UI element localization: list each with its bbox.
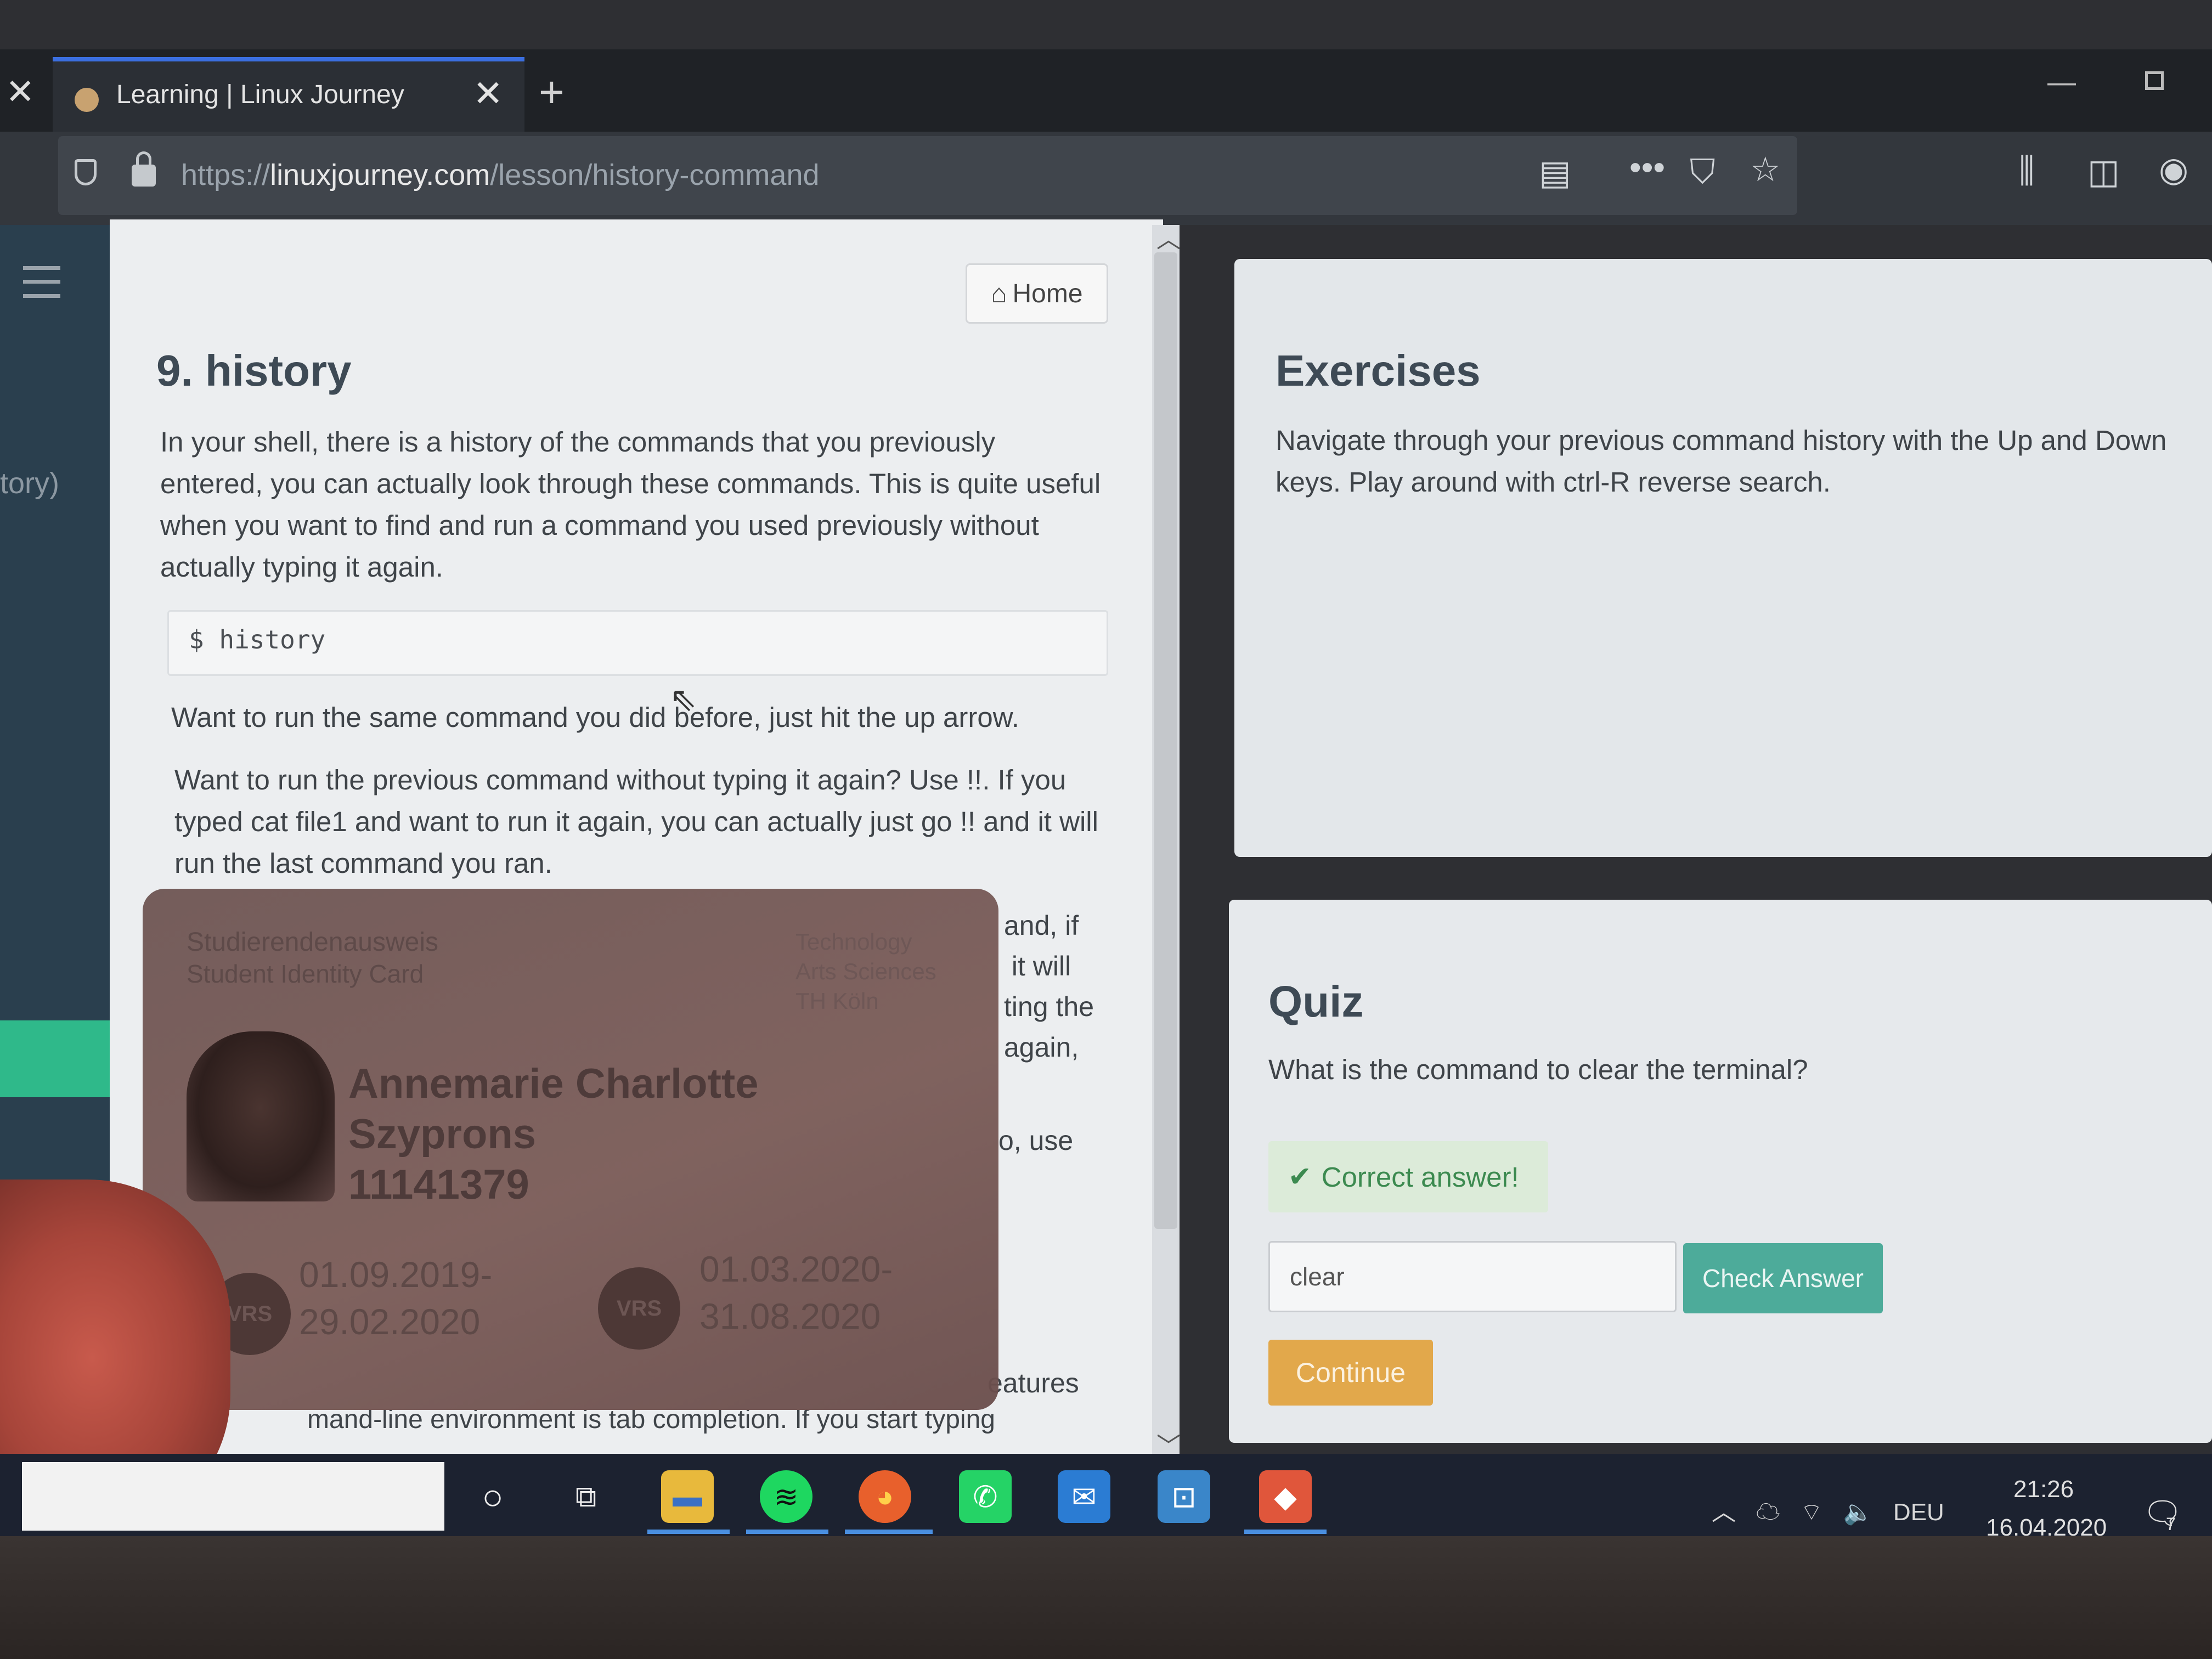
correct-answer-alert: ✔ Correct answer! <box>1268 1141 1548 1212</box>
card-institution: Technology Arts Sciences TH Köln <box>795 929 936 1014</box>
tab-close-icon[interactable]: ✕ <box>473 72 503 115</box>
tab-title: Learning | Linux Journey <box>116 80 404 109</box>
notification-count: 7 <box>2166 1514 2176 1534</box>
running-indicator <box>746 1530 828 1534</box>
app-icon[interactable]: ⊡ <box>1158 1470 1210 1523</box>
card-holder: Annemarie Charlotte Szyprons 11141379 <box>348 1059 759 1210</box>
lesson-paragraph-fragment: eatures <box>988 1368 1079 1398</box>
card-validity-period: 01.03.2020- 31.08.2020 <box>699 1249 893 1336</box>
action-center-icon[interactable]: 🗨 <box>2142 1495 2183 1532</box>
tracking-shield-icon[interactable] <box>75 159 97 185</box>
card-name-line2: Szyprons <box>348 1111 537 1158</box>
restore-icon[interactable] <box>2145 71 2164 90</box>
task-view-icon[interactable]: ⧉ <box>560 1470 612 1523</box>
url-text[interactable]: https://linuxjourney.com/lesson/history-… <box>181 158 820 192</box>
volume-icon[interactable]: 🔈 <box>1843 1499 1873 1526</box>
show-hidden-icons-icon[interactable]: ︿ <box>1712 1499 1736 1526</box>
sidebar-toggle-icon[interactable]: ◫ <box>2087 151 2120 191</box>
code-block: $ history <box>167 610 1108 676</box>
card-name-line1: Annemarie Charlotte <box>348 1060 759 1107</box>
url-domain: linuxjourney.com <box>270 159 490 191</box>
running-indicator <box>1244 1530 1327 1534</box>
card-subheading: Student Identity Card <box>187 960 424 988</box>
language-indicator[interactable]: DEU <box>1893 1499 1944 1526</box>
favicon-icon <box>75 88 99 112</box>
checkmark-icon: ✔ <box>1288 1161 1312 1192</box>
sidebar-active-item[interactable] <box>0 1020 112 1097</box>
whatsapp-icon[interactable]: ✆ <box>959 1470 1012 1523</box>
onedrive-icon[interactable]: ☁ <box>1756 1499 1780 1526</box>
new-tab-icon[interactable]: + <box>539 67 565 117</box>
lesson-paragraph: Want to run the same command you did bef… <box>171 702 1019 733</box>
minimize-icon[interactable]: — <box>2047 66 2076 99</box>
quiz-title: Quiz <box>1268 977 1364 1026</box>
url-path: /lesson/history-command <box>490 159 820 191</box>
reader-view-icon[interactable]: ▤ <box>1539 153 1571 193</box>
lock-icon[interactable] <box>132 151 156 187</box>
exercises-title: Exercises <box>1276 346 1481 395</box>
lesson-paragraph-fragment: o, use <box>998 1125 1074 1156</box>
url-scheme: https:// <box>181 159 270 191</box>
taskbar-search-box[interactable] <box>22 1462 444 1531</box>
lesson-paragraph: Want to run the previous command without… <box>174 764 1098 879</box>
vrs-seal-icon: VRS <box>598 1267 680 1350</box>
running-indicator <box>647 1530 730 1534</box>
close-window-icon[interactable]: ✕ <box>5 71 35 112</box>
card-photo <box>187 1031 335 1201</box>
firefox-icon[interactable]: ◕ <box>859 1470 911 1523</box>
system-tray: ︿ ☁ ⌔ 🔈 DEU <box>1712 1492 1944 1527</box>
account-icon[interactable]: ◉ <box>2159 149 2188 189</box>
lesson-title: 9. history <box>156 346 352 395</box>
home-icon: ⌂ <box>991 279 1007 308</box>
more-actions-icon[interactable]: ••• <box>1629 148 1665 187</box>
sidebar-item-label[interactable]: tory) <box>0 466 59 500</box>
mouse-cursor-icon: ⇖ <box>669 681 697 718</box>
home-label: Home <box>1012 279 1083 308</box>
file-explorer-icon[interactable]: ▬ <box>661 1470 714 1523</box>
continue-button[interactable]: Continue <box>1268 1340 1433 1406</box>
result-text: Correct answer! <box>1321 1161 1519 1193</box>
scrollbar-thumb[interactable] <box>1154 252 1177 1229</box>
running-indicator <box>845 1530 933 1534</box>
lesson-paragraph: In your shell, there is a history of the… <box>160 426 1101 583</box>
card-heading: Studierendenausweis <box>187 928 438 957</box>
quiz-question: What is the command to clear the termina… <box>1268 1054 1808 1085</box>
wifi-icon[interactable]: ⌔ <box>1800 1499 1822 1526</box>
monitor-bezel <box>0 1536 2212 1659</box>
menu-icon[interactable] <box>23 266 60 298</box>
home-button[interactable]: ⌂ Home <box>966 263 1108 324</box>
library-icon[interactable]: ⫼ <box>2019 151 2035 191</box>
bookmark-star-icon[interactable]: ☆ <box>1750 149 1781 189</box>
lesson-paragraph-fragment: and, if it will ting the again, <box>1004 910 1094 1063</box>
mail-icon[interactable]: ✉ <box>1058 1470 1110 1523</box>
scroll-up-icon[interactable]: ︿ <box>1156 219 1181 255</box>
spotify-icon[interactable]: ≋ <box>760 1470 812 1523</box>
answer-input[interactable] <box>1268 1241 1677 1312</box>
check-answer-button[interactable]: Check Answer <box>1683 1243 1883 1313</box>
clock-time[interactable]: 21:26 <box>2013 1476 2074 1503</box>
git-icon[interactable]: ◆ <box>1259 1470 1312 1523</box>
cortana-icon[interactable]: ○ <box>466 1470 519 1523</box>
pocket-icon[interactable]: ⛉ <box>1690 153 1716 192</box>
card-student-number: 11141379 <box>348 1161 529 1208</box>
card-validity-period: 01.09.2019- 29.02.2020 <box>299 1254 493 1342</box>
exercises-text: Navigate through your previous command h… <box>1276 425 2167 498</box>
